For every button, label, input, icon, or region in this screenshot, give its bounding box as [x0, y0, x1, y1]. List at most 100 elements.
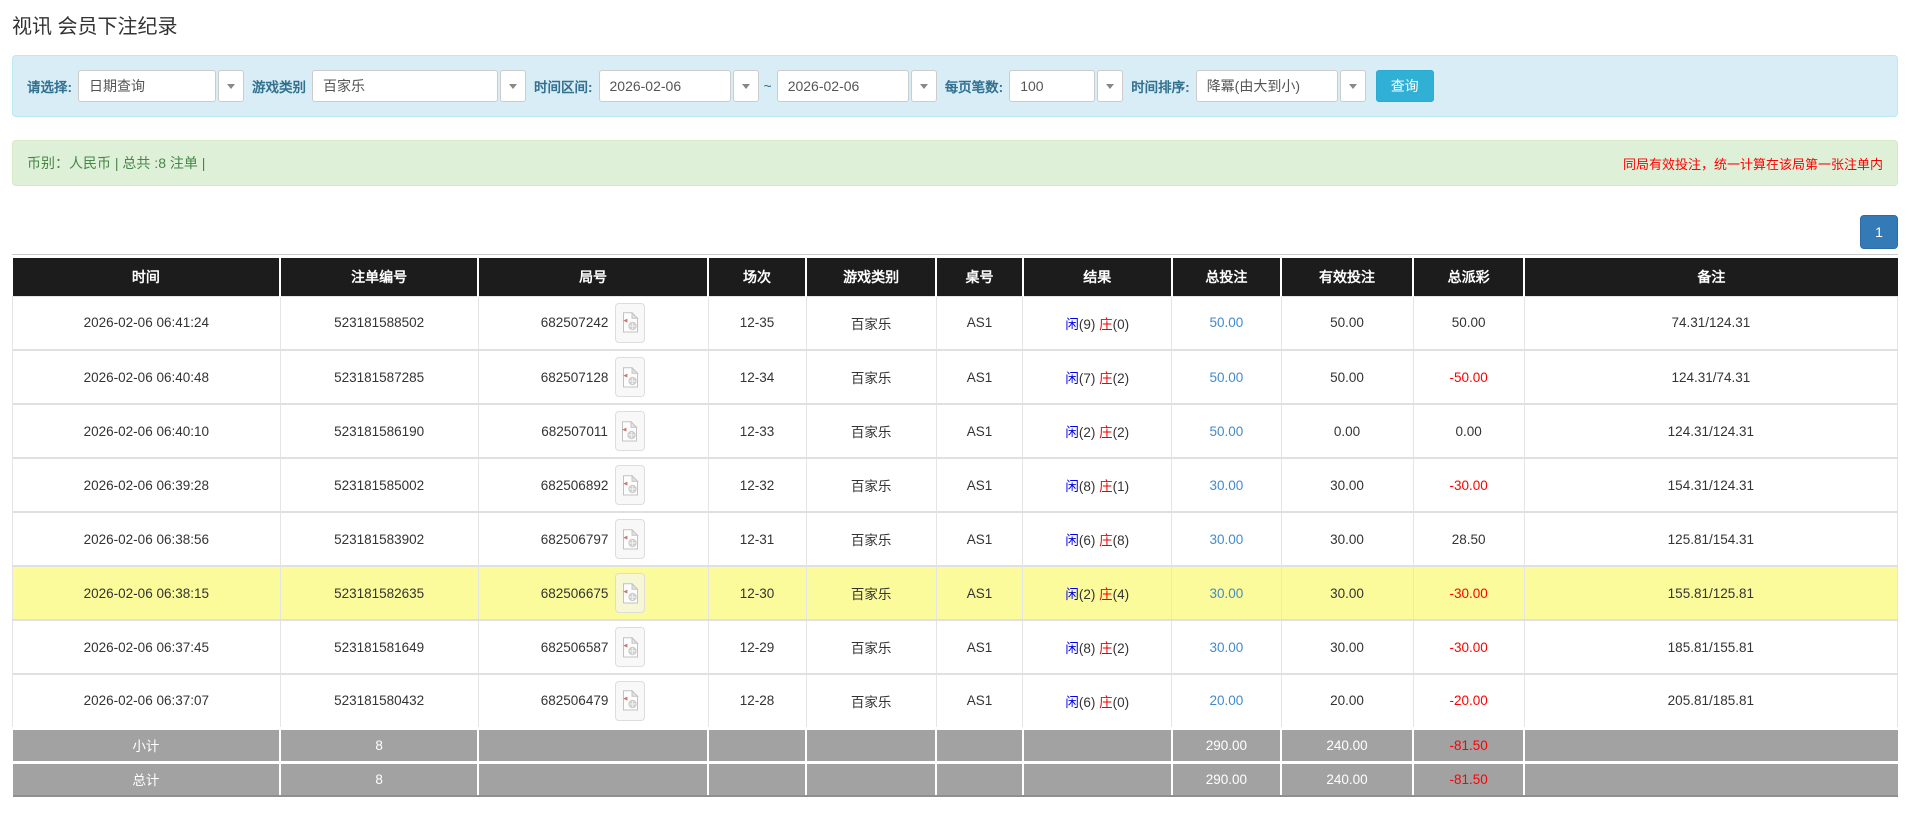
table-row: 2026-02-06 06:40:48 523181587285 682507128… — [12, 349, 1899, 405]
result-player-score: (9) — [1078, 316, 1096, 332]
time-sort-select[interactable]: 降冪(由大到小) — [1195, 70, 1366, 102]
video-replay-button[interactable] — [615, 302, 646, 343]
cell-table-no: AS1 — [935, 619, 1024, 675]
cell-remark: 155.81/125.81 — [1523, 565, 1899, 621]
game-type-label: 游戏类别 — [252, 80, 306, 95]
game-type-value[interactable]: 百家乐 — [312, 70, 498, 102]
query-type-select[interactable]: 日期查询 — [78, 70, 244, 102]
page-1-button[interactable]: 1 — [1860, 215, 1898, 249]
page-title: 视讯 会员下注纪录 — [12, 16, 178, 38]
search-button[interactable]: 查询 — [1375, 70, 1434, 102]
result-banker-score: (1) — [1112, 479, 1130, 494]
footer-remark — [1524, 760, 1898, 797]
video-replay-button[interactable] — [614, 411, 645, 451]
video-replay-button[interactable] — [615, 519, 646, 559]
footer-label: 总计 — [12, 760, 282, 797]
cell-game-type: 百家乐 — [805, 619, 937, 675]
total-bet-link[interactable]: 30.00 — [1210, 532, 1244, 547]
result-banker-score: (4) — [1112, 587, 1130, 602]
result-player: 闲 — [1065, 479, 1079, 494]
select-type-label: 请选择: — [27, 80, 72, 95]
chevron-down-icon — [919, 83, 928, 89]
cell-remark: 205.81/185.81 — [1523, 673, 1899, 729]
video-replay-icon — [622, 420, 639, 441]
per-page-caret-button[interactable] — [1097, 70, 1124, 102]
column-header: 时间 — [12, 258, 282, 296]
column-header: 局号 — [478, 258, 710, 296]
total-bet-link[interactable]: 30.00 — [1210, 586, 1244, 601]
footer-count: 8 — [280, 726, 480, 762]
date-to-value[interactable]: 2026-02-06 — [776, 70, 909, 102]
footer-count: 8 — [280, 760, 480, 797]
video-replay-icon — [622, 690, 639, 711]
cell-bet-id: 523181583902 — [279, 511, 479, 567]
payout-value: -20.00 — [1449, 693, 1488, 709]
column-header: 游戏类别 — [806, 258, 938, 296]
cell-round-id: 682507011 — [477, 403, 709, 459]
cell-time: 2026-02-06 06:37:45 — [12, 619, 281, 675]
time-sort-caret-button[interactable] — [1339, 70, 1366, 102]
cell-bet-id: 523181582635 — [279, 565, 479, 621]
total-bet-link[interactable]: 50.00 — [1210, 370, 1244, 385]
time-sort-value[interactable]: 降冪(由大到小) — [1195, 70, 1338, 102]
date-to-caret-button[interactable] — [910, 70, 937, 102]
column-header: 总投注 — [1171, 258, 1283, 296]
video-replay-icon — [622, 474, 639, 495]
table-row: 2026-02-06 06:37:45 523181581649 682506587… — [12, 619, 1899, 675]
cell-round-id: 682506675 — [477, 565, 709, 621]
round-id-text: 682506797 — [540, 531, 609, 547]
cell-valid-bet: 50.00 — [1280, 295, 1414, 351]
cell-round-id: 682507242 — [477, 295, 709, 351]
cell-result: 闲(2) 庄(2) — [1022, 403, 1173, 459]
cell-table-no: AS1 — [935, 565, 1024, 621]
video-replay-icon — [622, 528, 639, 549]
cell-remark: 74.31/124.31 — [1523, 295, 1899, 351]
per-page-value[interactable]: 100 — [1009, 70, 1096, 102]
video-replay-icon — [622, 312, 639, 333]
date-to-select[interactable]: 2026-02-06 — [776, 70, 937, 102]
pagination-top: 1 — [12, 215, 1898, 249]
total-bet-link[interactable]: 50.00 — [1210, 315, 1244, 330]
cell-payout: 28.50 — [1412, 511, 1525, 567]
game-type-caret-button[interactable] — [500, 70, 526, 102]
total-bet-link[interactable]: 20.00 — [1210, 693, 1244, 708]
cell-game-type: 百家乐 — [805, 511, 937, 567]
date-from-value[interactable]: 2026-02-06 — [598, 70, 731, 102]
round-id-text: 682506587 — [540, 639, 609, 655]
video-replay-button[interactable] — [615, 680, 646, 721]
table-row: 2026-02-06 06:40:10 523181586190 682507011… — [12, 403, 1899, 459]
cell-result: 闲(2) 庄(4) — [1022, 565, 1173, 621]
cell-game-type: 百家乐 — [805, 349, 937, 405]
cell-round-id: 682506892 — [477, 457, 709, 513]
cell-session: 12-34 — [707, 349, 807, 405]
video-replay-button[interactable] — [615, 573, 646, 613]
cell-round-id: 682507128 — [477, 349, 709, 405]
query-type-caret-button[interactable] — [218, 70, 244, 102]
total-bet-link[interactable]: 30.00 — [1210, 478, 1244, 493]
payout-value: 28.50 — [1451, 531, 1486, 547]
cell-session: 12-31 — [707, 511, 807, 567]
date-from-caret-button[interactable] — [732, 70, 759, 102]
cell-payout: 0.00 — [1412, 403, 1525, 459]
cell-valid-bet: 50.00 — [1280, 349, 1414, 405]
game-type-select[interactable]: 百家乐 — [312, 70, 526, 102]
payout-value: -30.00 — [1449, 585, 1488, 601]
time-range-label: 时间区间: — [534, 80, 593, 95]
video-replay-button[interactable] — [615, 465, 646, 505]
payout-value: 50.00 — [1451, 315, 1486, 331]
total-bet-link[interactable]: 50.00 — [1210, 424, 1244, 439]
cell-payout: -30.00 — [1412, 565, 1525, 621]
per-page-select[interactable]: 100 — [1009, 70, 1124, 102]
total-bet-link[interactable]: 30.00 — [1210, 640, 1244, 655]
chevron-down-icon — [1106, 83, 1115, 89]
result-banker: 庄 — [1099, 316, 1113, 332]
video-replay-button[interactable] — [615, 627, 646, 667]
cell-total-bet: 50.00 — [1171, 403, 1282, 459]
video-replay-button[interactable] — [615, 357, 646, 397]
date-from-select[interactable]: 2026-02-06 — [598, 70, 759, 102]
cell-round-id: 682506587 — [477, 619, 709, 675]
result-player: 闲 — [1065, 641, 1079, 656]
query-type-value[interactable]: 日期查询 — [78, 70, 216, 102]
result-banker: 庄 — [1099, 587, 1113, 602]
cell-bet-id: 523181585002 — [279, 457, 479, 513]
